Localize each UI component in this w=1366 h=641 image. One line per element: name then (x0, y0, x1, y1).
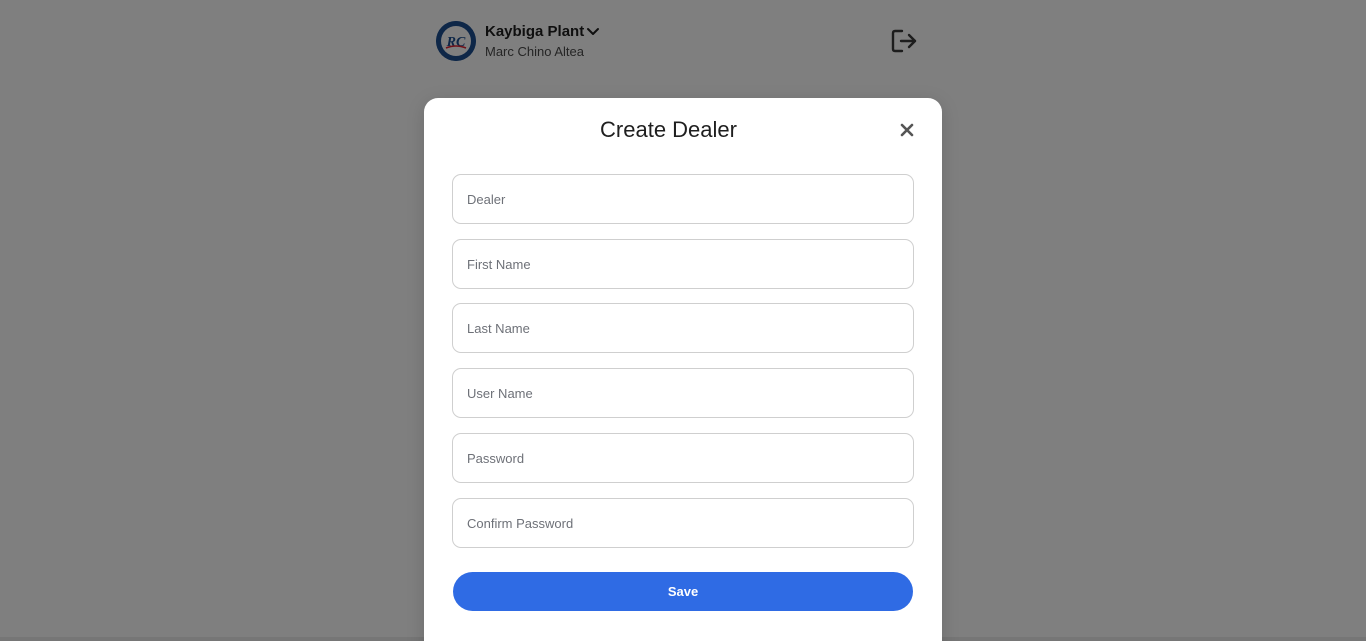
save-button[interactable]: Save (453, 572, 913, 611)
create-dealer-modal: Create Dealer Save (424, 98, 942, 641)
user-name-field[interactable] (452, 368, 914, 418)
password-field[interactable] (452, 433, 914, 483)
first-name-field[interactable] (452, 239, 914, 289)
last-name-input[interactable] (453, 304, 913, 352)
confirm-password-input[interactable] (453, 499, 913, 547)
close-icon[interactable] (898, 121, 916, 139)
first-name-input[interactable] (453, 240, 913, 288)
user-name-input[interactable] (453, 369, 913, 417)
password-input[interactable] (453, 434, 913, 482)
dealer-input[interactable] (453, 175, 913, 223)
confirm-password-field[interactable] (452, 498, 914, 548)
modal-title: Create Dealer (600, 117, 737, 142)
dealer-field[interactable] (452, 174, 914, 224)
last-name-field[interactable] (452, 303, 914, 353)
